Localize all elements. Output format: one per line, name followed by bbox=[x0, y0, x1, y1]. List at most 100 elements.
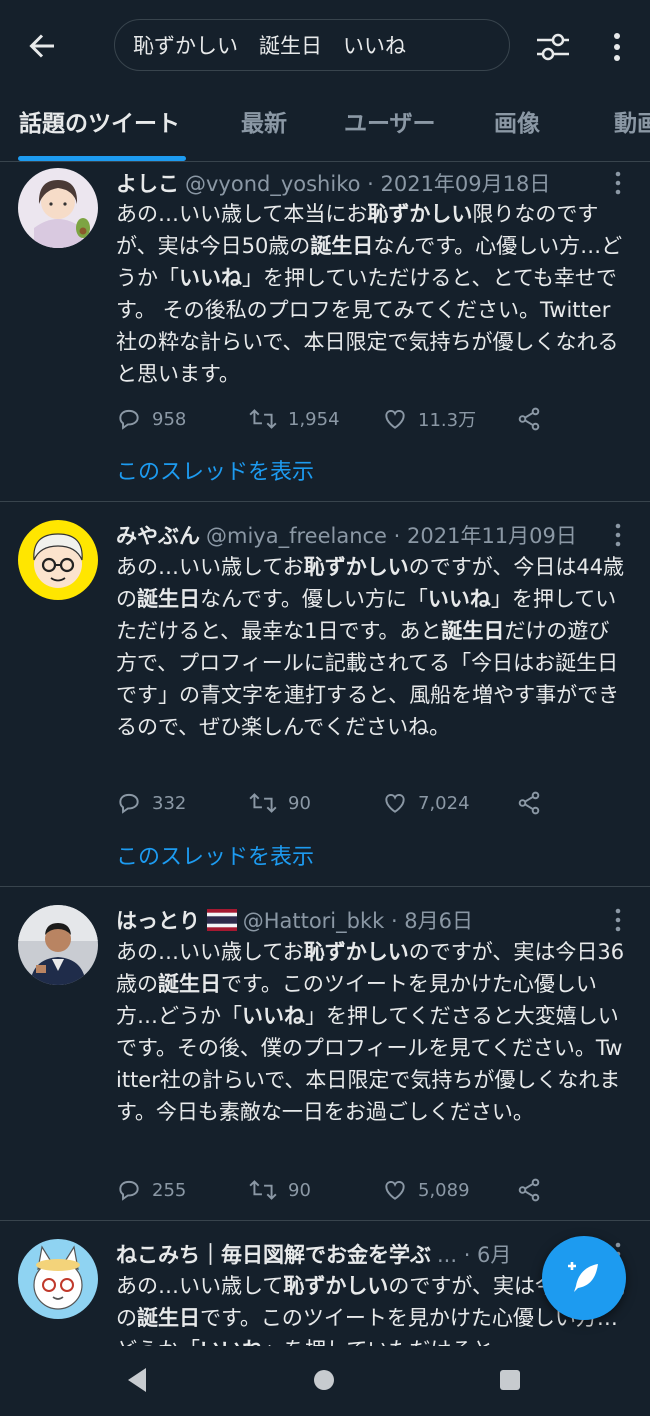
like-count: 7,024 bbox=[418, 792, 470, 814]
reply-icon bbox=[119, 793, 139, 814]
reply-button[interactable]: 332 bbox=[116, 783, 186, 823]
tab-people[interactable]: ユーザー bbox=[344, 95, 436, 161]
search-tabs: 話題のツイート 最新 ユーザー 画像 動画 bbox=[0, 95, 650, 162]
display-name[interactable]: よしこ bbox=[116, 172, 179, 196]
like-count: 11.3万 bbox=[418, 410, 477, 431]
handle-and-date: @vyond_yoshiko · 2021年09月18日 bbox=[185, 172, 551, 196]
share-icon bbox=[518, 407, 540, 431]
share-icon bbox=[518, 1178, 540, 1202]
highlighted-keyword: 誕生日 bbox=[137, 1306, 200, 1330]
handle-and-date: ... · 6月 bbox=[437, 1243, 512, 1267]
avatar[interactable] bbox=[18, 520, 98, 600]
tweet-header: ねこみち｜毎日図解でお金を学ぶ... · 6月 bbox=[116, 1239, 554, 1271]
tweet-header: よしこ @vyond_yoshiko · 2021年09月18日 bbox=[116, 168, 610, 200]
retweet-count: 90 bbox=[288, 1179, 311, 1201]
display-name[interactable]: はっとり bbox=[116, 909, 200, 933]
retweet-count: 90 bbox=[288, 792, 311, 814]
retweet-icon bbox=[249, 793, 277, 813]
retweet-button[interactable]: 90 bbox=[248, 783, 311, 823]
text-segment: あの…いい歳して bbox=[116, 1274, 284, 1298]
text-segment: あの…いい歳してお bbox=[116, 940, 304, 964]
highlighted-keyword: 恥ずかしい bbox=[303, 940, 409, 964]
reply-button[interactable]: 255 bbox=[116, 1170, 186, 1210]
avatar[interactable] bbox=[18, 905, 98, 985]
text-segment: 」を押していただけると bbox=[263, 1338, 493, 1346]
like-button[interactable]: 11.3万 bbox=[382, 399, 476, 439]
search-input[interactable] bbox=[114, 19, 510, 71]
text-segment: なんです。優しい方に「 bbox=[200, 587, 428, 611]
share-icon bbox=[518, 791, 540, 815]
reply-count: 958 bbox=[152, 408, 187, 430]
tab-latest[interactable]: 最新 bbox=[241, 95, 287, 161]
retweet-button[interactable]: 90 bbox=[248, 1170, 311, 1210]
avatar[interactable] bbox=[18, 1239, 98, 1319]
retweet-button[interactable]: 1,954 bbox=[248, 399, 340, 439]
tweet-actions: 332 90 7,024 bbox=[116, 783, 636, 823]
show-thread-link[interactable]: このスレッドを表示 bbox=[116, 839, 314, 871]
top-bar bbox=[0, 0, 650, 95]
tweet-text: あの…いい歳して本当にお恥ずかしい限りなのですが、実は今日50歳の誕生日なんです… bbox=[116, 198, 626, 390]
reply-button[interactable]: 958 bbox=[116, 399, 186, 439]
search-filter-icon[interactable] bbox=[534, 28, 572, 66]
highlighted-keyword: 恥ずかしい bbox=[283, 1274, 389, 1298]
heart-icon bbox=[385, 794, 405, 813]
tweet-text: あの…いい歳してお恥ずかしいのですが、今日は44歳の誕生日なんです。優しい方に「… bbox=[116, 551, 626, 743]
system-navigation-bar bbox=[0, 1346, 650, 1416]
highlighted-keyword: 誕生日 bbox=[441, 619, 505, 643]
avatar[interactable] bbox=[18, 168, 98, 248]
text-segment: あの…いい歳して本当にお bbox=[116, 202, 368, 226]
reply-count: 255 bbox=[152, 1179, 187, 1201]
highlighted-keyword: いいね bbox=[200, 1338, 263, 1346]
more-options-icon[interactable] bbox=[605, 28, 629, 66]
tweet[interactable]: はっとり @Hattori_bkk · 8月6日 あの…いい歳してお恥ずかしいの… bbox=[0, 887, 650, 1221]
highlighted-keyword: いいね bbox=[427, 587, 491, 611]
tab-photos[interactable]: 画像 bbox=[494, 95, 540, 161]
highlighted-keyword: いいね bbox=[242, 1004, 305, 1028]
tweet-actions: 255 90 5,089 bbox=[116, 1170, 636, 1210]
share-button[interactable] bbox=[516, 399, 552, 439]
reply-icon bbox=[119, 1180, 139, 1201]
tweet-actions: 958 1,954 11.3万 bbox=[116, 399, 636, 439]
display-name[interactable]: ねこみち｜毎日図解でお金を学ぶ bbox=[116, 1243, 431, 1267]
tweet-text: あの…いい歳してお恥ずかしいのですが、実は今日36歳の誕生日です。このツイートを… bbox=[116, 936, 626, 1128]
tweet-header: はっとり @Hattori_bkk · 8月6日 bbox=[116, 905, 610, 937]
heart-icon bbox=[385, 1181, 405, 1200]
tweet-header: みやぶん @miya_freelance · 2021年11月09日 bbox=[116, 520, 610, 552]
like-button[interactable]: 7,024 bbox=[382, 783, 470, 823]
share-button[interactable] bbox=[516, 783, 552, 823]
tweet-more-icon[interactable] bbox=[608, 522, 628, 548]
nav-recents-icon[interactable] bbox=[498, 1368, 522, 1392]
like-button[interactable]: 5,089 bbox=[382, 1170, 470, 1210]
display-name[interactable]: みやぶん bbox=[116, 524, 200, 548]
tab-top[interactable]: 話題のツイート bbox=[19, 95, 180, 161]
highlighted-keyword: いいね bbox=[179, 266, 242, 290]
retweet-icon bbox=[249, 409, 277, 429]
share-button[interactable] bbox=[516, 1170, 552, 1210]
highlighted-keyword: 誕生日 bbox=[137, 587, 200, 611]
tab-videos[interactable]: 動画 bbox=[614, 95, 650, 161]
tweet[interactable]: よしこ @vyond_yoshiko · 2021年09月18日 あの…いい歳して… bbox=[0, 162, 650, 502]
highlighted-keyword: 恥ずかしい bbox=[303, 555, 409, 579]
thailand-flag-icon bbox=[206, 909, 237, 931]
compose-tweet-button[interactable] bbox=[542, 1236, 626, 1320]
nav-back-icon[interactable] bbox=[124, 1366, 150, 1394]
active-tab-indicator bbox=[18, 156, 186, 161]
retweet-icon bbox=[249, 1180, 277, 1200]
heart-icon bbox=[385, 410, 405, 429]
retweet-count: 1,954 bbox=[288, 408, 340, 430]
nav-home-icon[interactable] bbox=[312, 1368, 336, 1392]
tweet-more-icon[interactable] bbox=[608, 907, 628, 933]
compose-feather-icon bbox=[568, 1262, 598, 1292]
highlighted-keyword: 誕生日 bbox=[310, 234, 374, 258]
tweet[interactable]: みやぶん @miya_freelance · 2021年11月09日 あの…いい歳… bbox=[0, 502, 650, 887]
highlighted-keyword: 恥ずかしい bbox=[367, 202, 473, 226]
back-arrow-icon[interactable] bbox=[24, 28, 60, 64]
show-thread-link[interactable]: このスレッドを表示 bbox=[116, 454, 314, 486]
reply-icon bbox=[119, 409, 139, 430]
reply-count: 332 bbox=[152, 792, 187, 814]
handle-and-date: @Hattori_bkk · 8月6日 bbox=[242, 909, 474, 933]
like-count: 5,089 bbox=[418, 1179, 470, 1201]
highlighted-keyword: 誕生日 bbox=[158, 972, 221, 996]
text-segment: あの…いい歳してお bbox=[116, 555, 304, 579]
tweet-more-icon[interactable] bbox=[608, 170, 628, 196]
